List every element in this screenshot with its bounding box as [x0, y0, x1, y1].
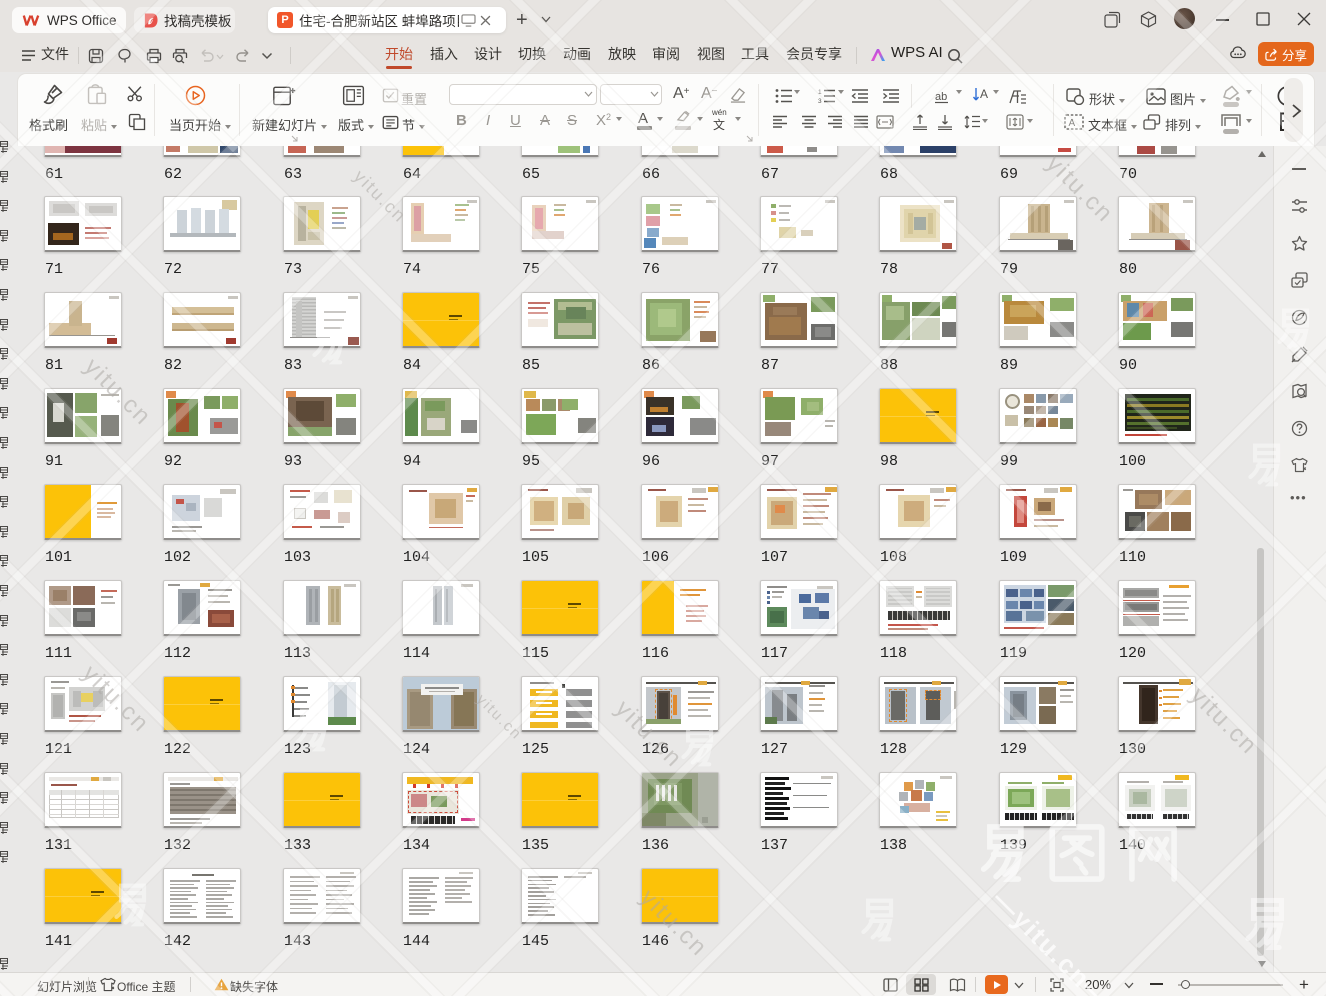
- svg-text:3: 3: [818, 98, 822, 104]
- svg-text:1: 1: [818, 89, 822, 96]
- svg-text:A: A: [980, 87, 988, 101]
- svg-text:A: A: [1069, 118, 1076, 129]
- svg-text:ab: ab: [935, 91, 947, 103]
